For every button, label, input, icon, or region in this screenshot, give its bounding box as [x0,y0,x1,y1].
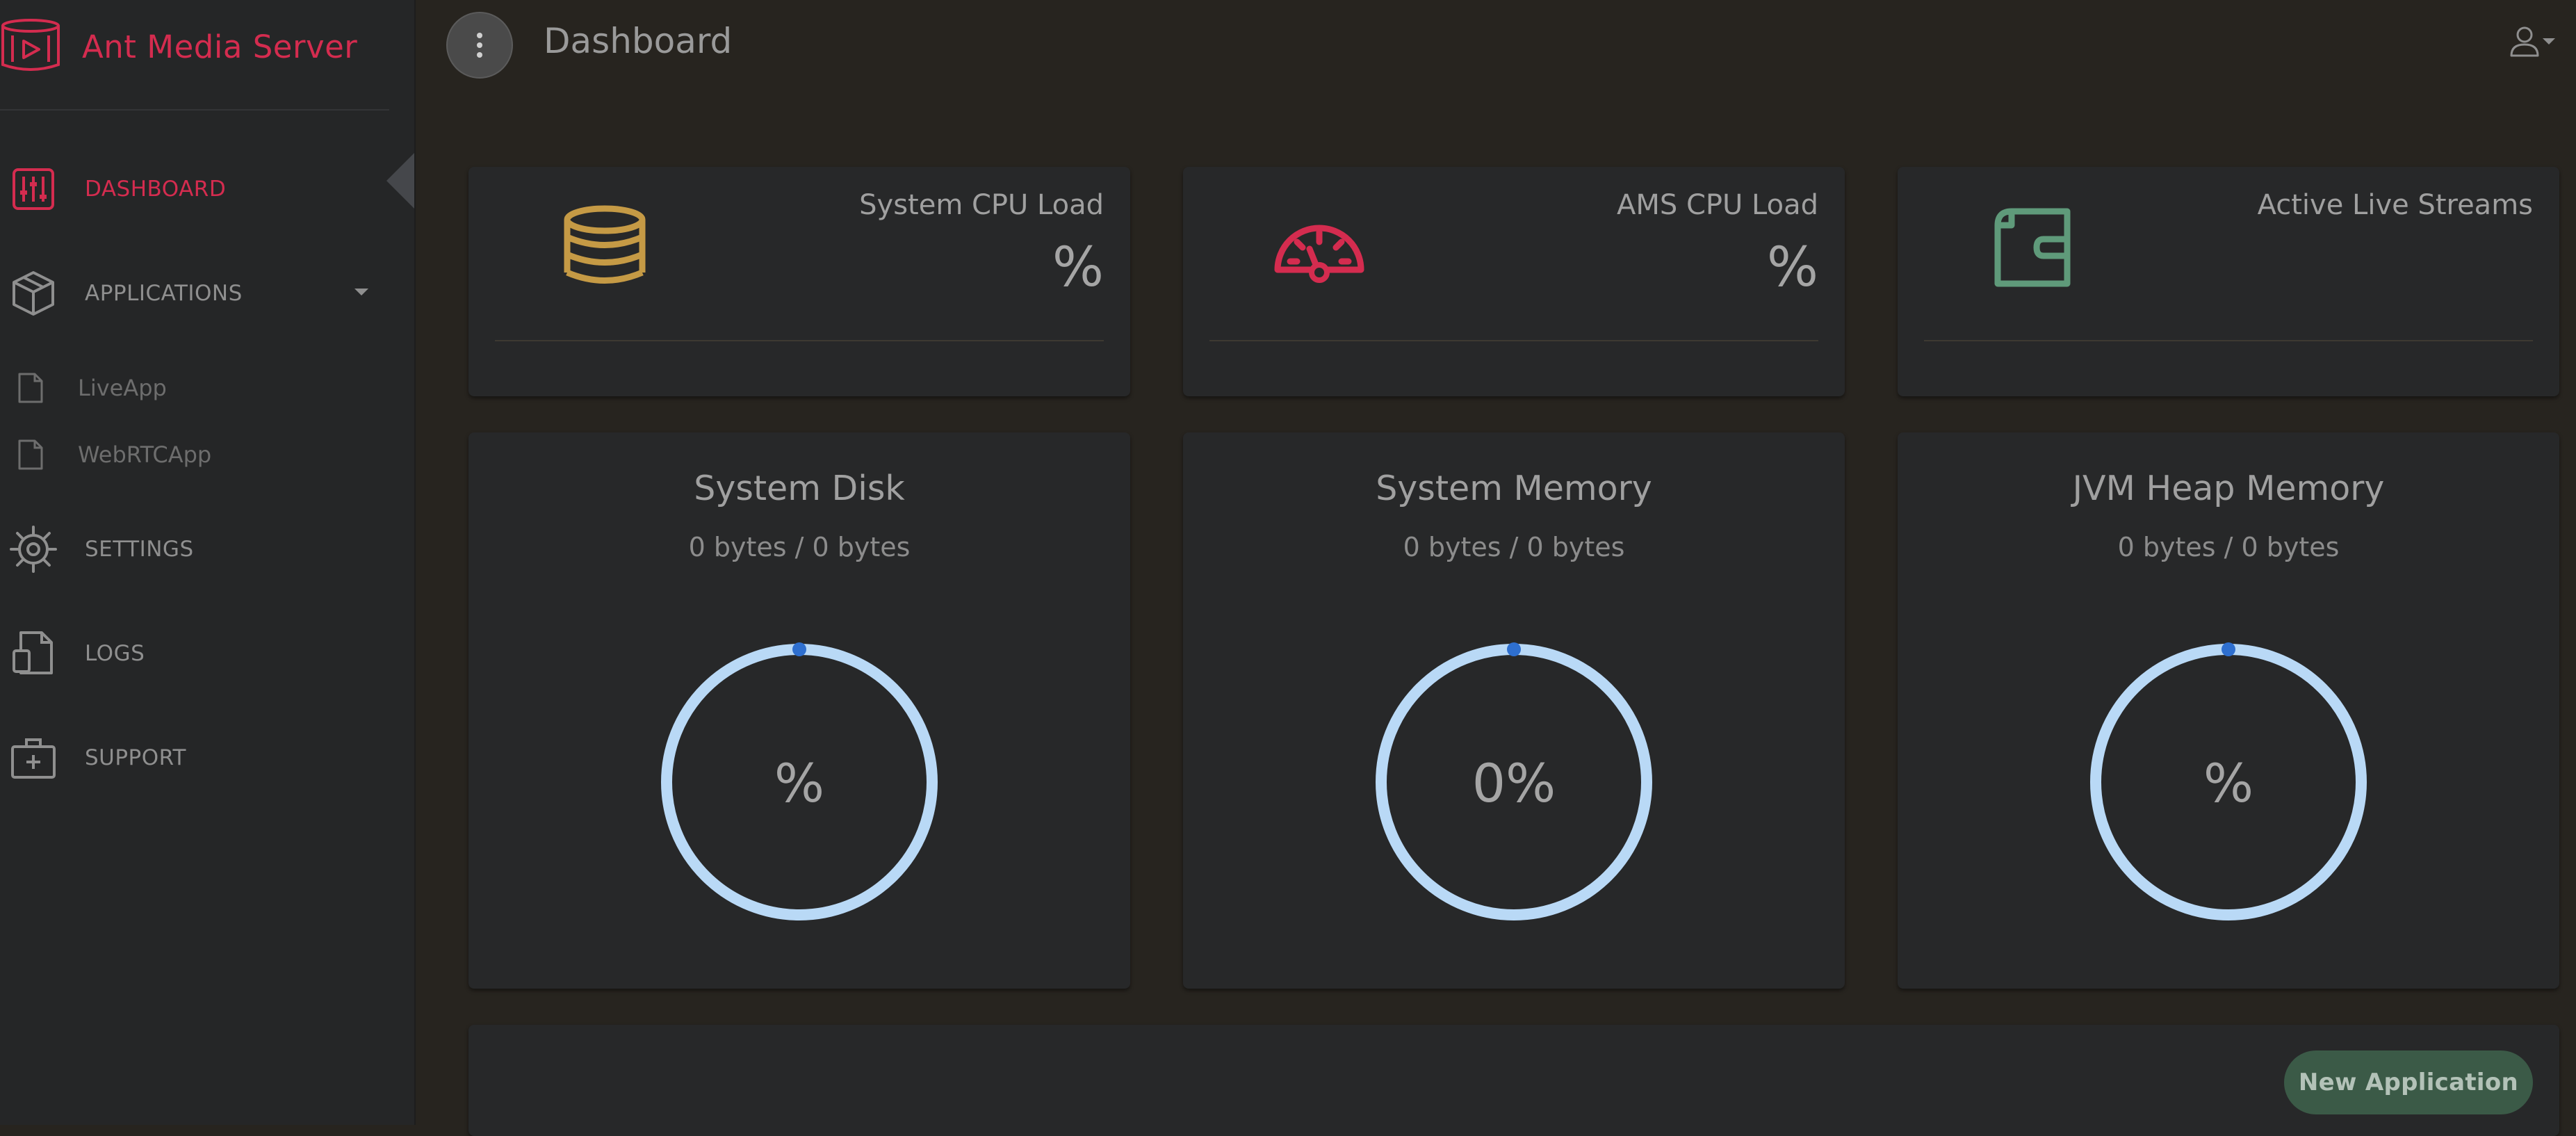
gauge-card-system-disk: System Disk 0 bytes / 0 bytes % [468,432,1130,989]
file-icon [10,434,51,476]
gauge-percent: 0% [1472,752,1556,814]
sidebar-toggle-button[interactable] [446,12,513,79]
sidebar-item-label: APPLICATIONS [85,281,243,306]
gauge-title: JVM Heap Memory [2072,469,2385,508]
first-aid-kit-icon [6,730,61,786]
stat-title: AMS CPU Load [1617,189,1818,221]
sidebar-item-support[interactable]: SUPPORT [0,730,186,786]
wallet-icon [1994,208,2071,287]
gauge-card-system-memory: System Memory 0 bytes / 0 bytes 0% [1183,432,1845,989]
divider [1209,340,1818,341]
page-title: Dashboard [544,21,733,61]
sidebar: Ant Media Server DASHBOARD APPLICATIONS [0,0,416,1125]
ant-media-logo-icon [1,19,60,71]
stat-title: System CPU Load [859,189,1104,221]
brand[interactable]: Ant Media Server [0,15,357,78]
gauge-usage: 0 bytes / 0 bytes [1403,532,1625,562]
progress-ring-marker [1507,642,1521,656]
sidebar-subitem-label: WebRTCApp [78,441,212,468]
divider [1924,340,2533,341]
stat-title: Active Live Streams [2257,189,2533,221]
user-icon [2510,26,2539,57]
box-icon [6,266,61,321]
chevron-down-icon[interactable] [354,289,368,295]
sidebar-item-label: SUPPORT [85,745,186,770]
gauge-percent: % [774,752,825,814]
gauge-usage: 0 bytes / 0 bytes [2117,532,2340,562]
sidebar-item-dashboard[interactable]: DASHBOARD [0,161,226,217]
chevron-down-icon [2543,38,2555,44]
applications-panel [468,1025,2559,1136]
sidebar-item-applications[interactable]: APPLICATIONS [0,266,243,321]
stat-value: % [1052,236,1104,299]
gauge-title: System Memory [1376,469,1652,508]
speedometer-icon [1274,225,1364,283]
active-indicator [386,153,414,209]
sidebar-item-logs[interactable]: LOGS [0,626,145,681]
sidebar-subitem-label: LiveApp [78,375,167,401]
gauge-title: System Disk [694,469,905,508]
user-menu[interactable] [2509,25,2555,57]
sidebar-subitem-webrtcapp[interactable]: WebRTCApp [0,434,211,476]
sidebar-item-label: LOGS [85,641,145,666]
sliders-icon [6,161,61,217]
sidebar-item-label: DASHBOARD [85,177,227,202]
sidebar-subitem-liveapp[interactable]: LiveApp [0,367,167,409]
file-icon [10,367,51,409]
gauge-percent: % [2203,752,2254,814]
database-icon [564,205,646,284]
divider [0,109,389,111]
new-application-button[interactable]: New Application [2284,1050,2533,1114]
brand-name: Ant Media Server [82,28,358,65]
stat-card-system-cpu: System CPU Load % [468,167,1130,396]
sidebar-item-settings[interactable]: SETTINGS [0,521,194,577]
stat-card-ams-cpu: AMS CPU Load % [1183,167,1845,396]
gauge-usage: 0 bytes / 0 bytes [688,532,911,562]
gear-icon [6,521,61,577]
progress-ring-marker [792,642,806,656]
stat-card-live-streams: Active Live Streams [1898,167,2559,396]
gauge-card-jvm-heap: JVM Heap Memory 0 bytes / 0 bytes % [1898,432,2559,989]
divider [495,340,1104,341]
sidebar-item-label: SETTINGS [85,537,194,562]
progress-ring-marker [2222,642,2235,656]
logs-file-icon [6,626,61,681]
kebab-menu-icon [477,33,482,58]
stat-value: % [1766,236,1818,299]
